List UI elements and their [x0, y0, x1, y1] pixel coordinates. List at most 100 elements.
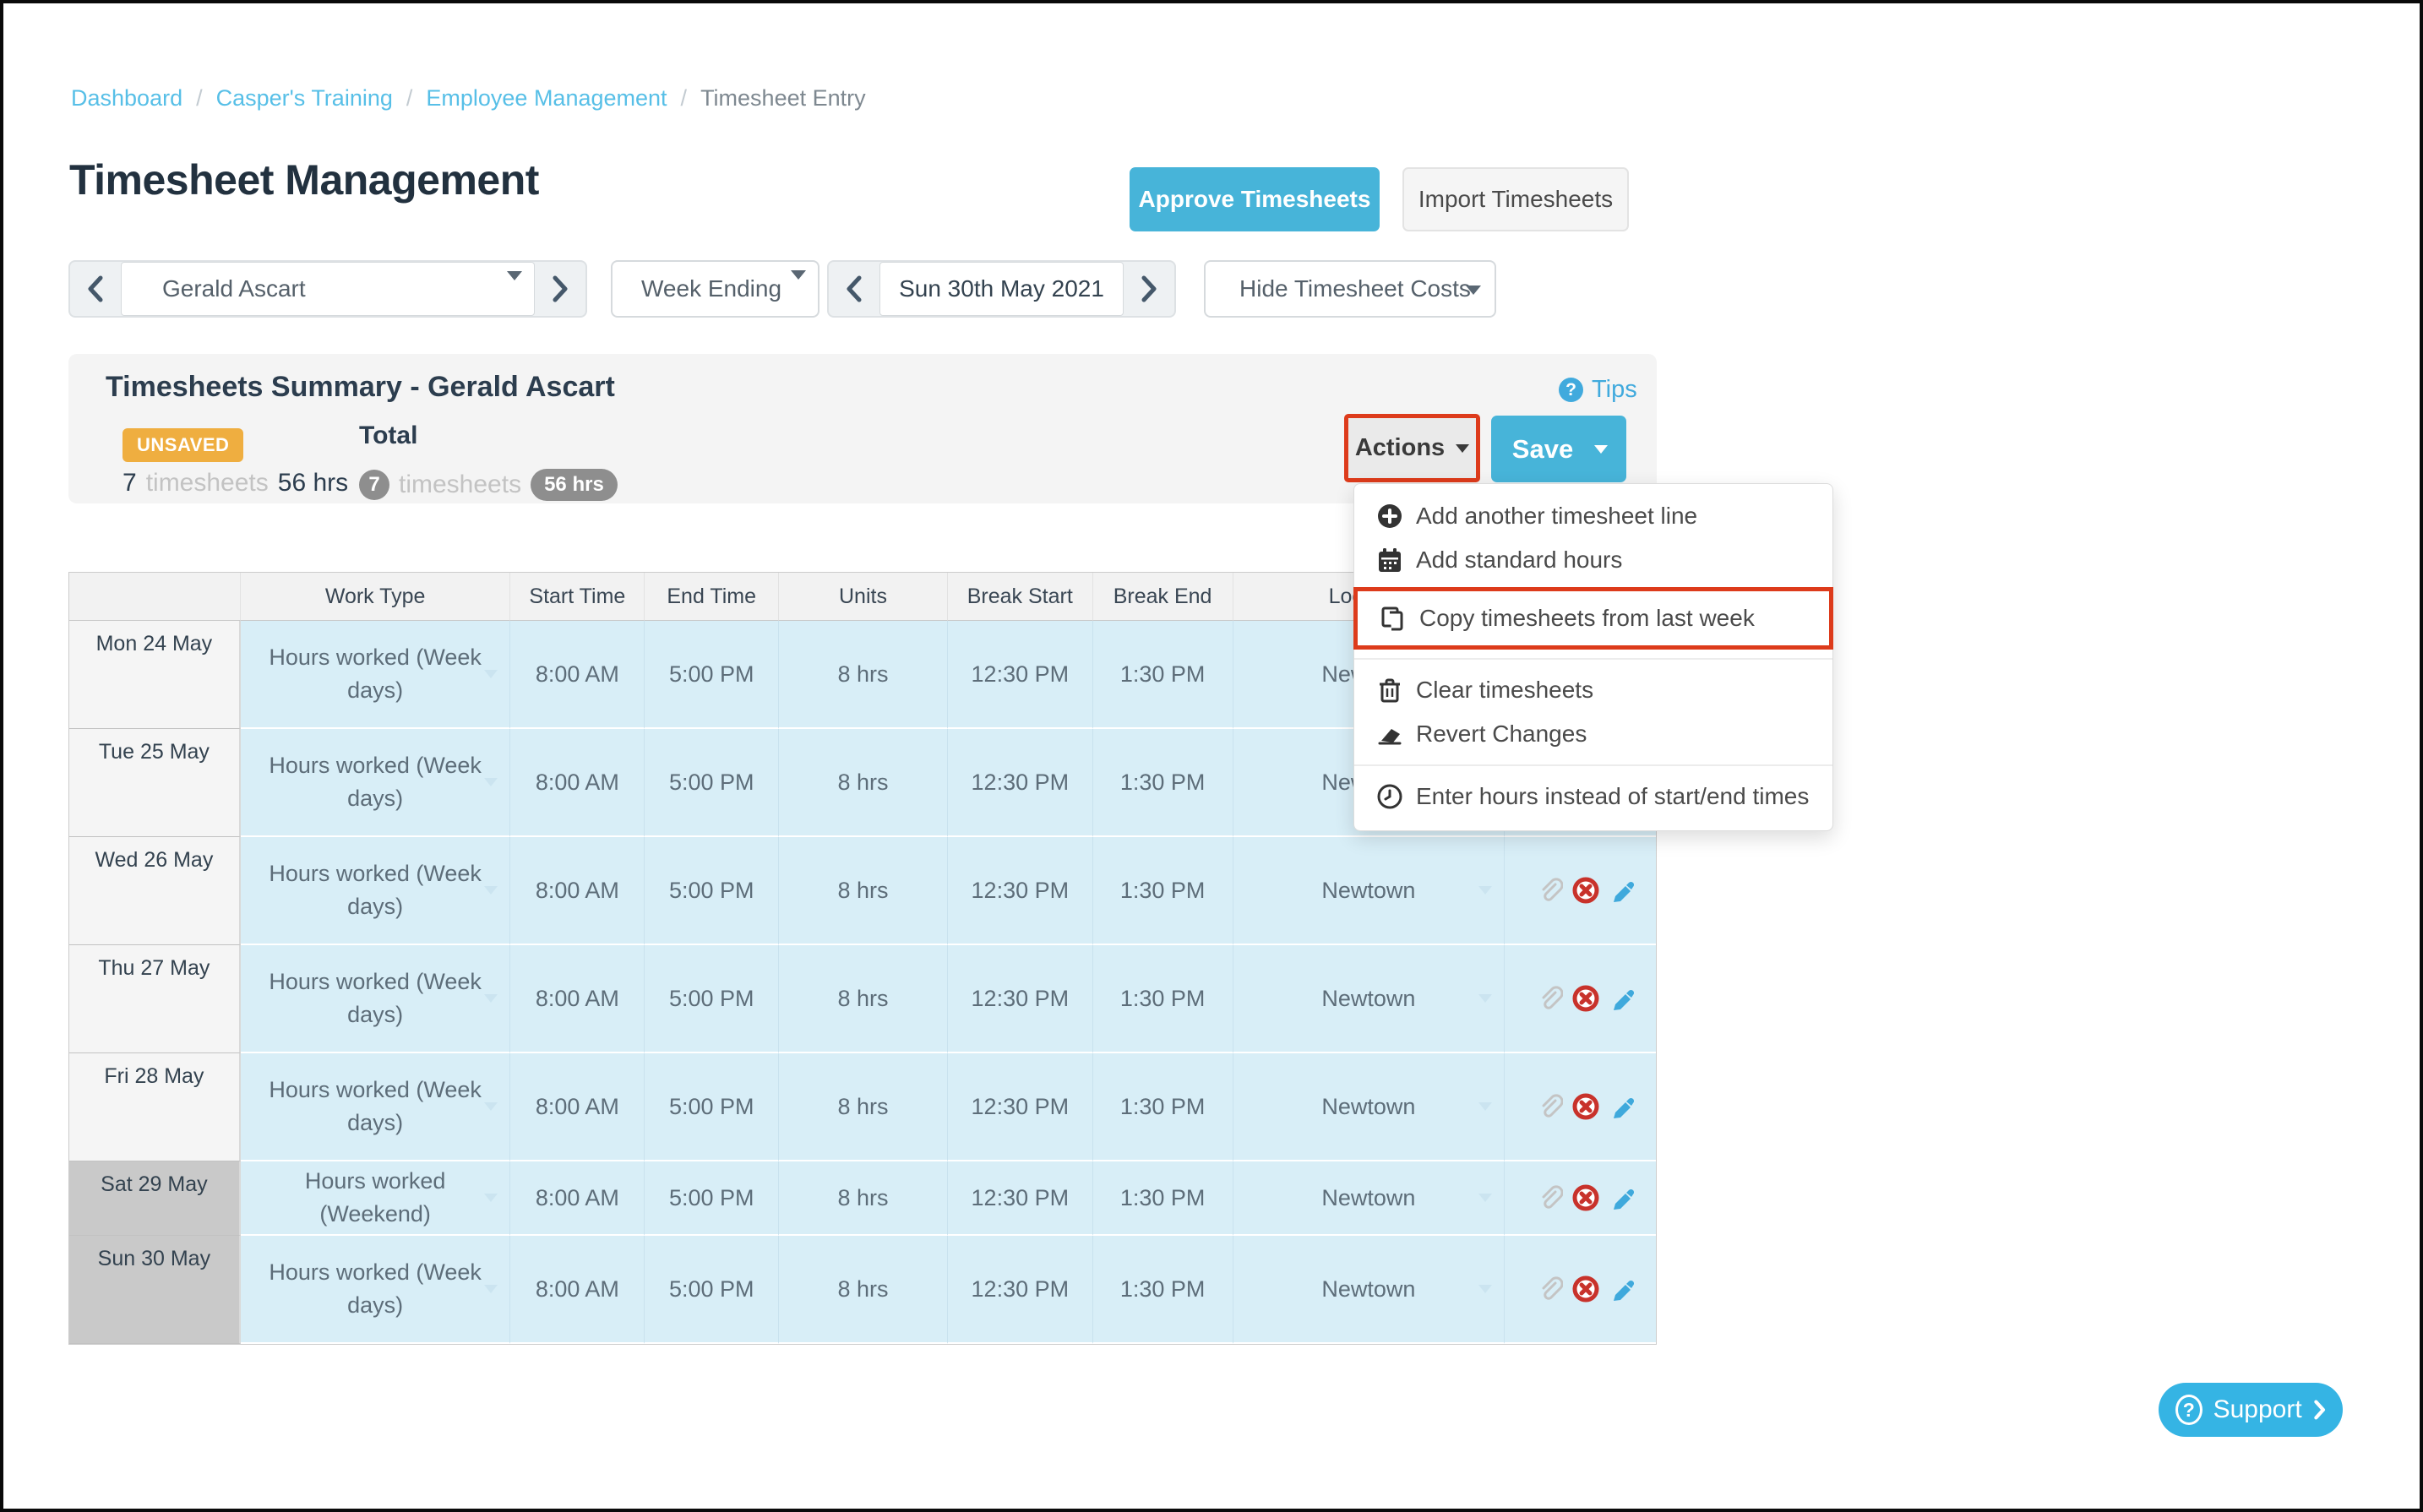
edit-icon[interactable] — [1609, 1185, 1634, 1210]
work-type-cell[interactable]: Hours worked (Weekend) — [241, 1161, 511, 1236]
paperclip-icon[interactable] — [1538, 878, 1563, 903]
start-time-cell[interactable]: 8:00 AM — [510, 1236, 645, 1344]
units-cell[interactable]: 8 hrs — [779, 729, 948, 837]
actions-dropdown-menu: Add another timesheet line Add standard … — [1353, 483, 1833, 831]
break-start-cell[interactable]: 12:30 PM — [948, 1236, 1093, 1344]
next-employee-button[interactable] — [535, 262, 585, 316]
header-break-start: Break Start — [948, 573, 1093, 621]
paperclip-icon[interactable] — [1538, 1094, 1563, 1119]
break-end-cell[interactable]: 1:30 PM — [1093, 837, 1233, 945]
date-selector-group: Sun 30th May 2021 — [827, 260, 1176, 318]
work-type-cell[interactable]: Hours worked (Week days) — [241, 1053, 511, 1161]
edit-icon[interactable] — [1609, 878, 1634, 903]
start-time-cell[interactable]: 8:00 AM — [510, 621, 645, 729]
break-start-cell[interactable]: 12:30 PM — [948, 729, 1093, 837]
end-time-cell[interactable]: 5:00 PM — [645, 837, 779, 945]
menu-item-add-standard-hours[interactable]: Add standard hours — [1354, 538, 1832, 582]
break-end-cell[interactable]: 1:30 PM — [1093, 621, 1233, 729]
work-type-cell[interactable]: Hours worked (Week days) — [241, 1236, 511, 1344]
menu-item-clear-timesheets[interactable]: Clear timesheets — [1354, 668, 1832, 712]
support-button[interactable]: ? Support — [2159, 1383, 2343, 1437]
break-start-cell[interactable]: 12:30 PM — [948, 945, 1093, 1053]
breadcrumb-company[interactable]: Casper's Training — [216, 85, 393, 111]
units-cell[interactable]: 8 hrs — [779, 1236, 948, 1344]
start-time-cell[interactable]: 8:00 AM — [510, 729, 645, 837]
delete-icon[interactable] — [1572, 985, 1599, 1012]
date-select[interactable]: Sun 30th May 2021 — [879, 262, 1124, 316]
break-end-cell[interactable]: 1:30 PM — [1093, 729, 1233, 837]
paperclip-icon[interactable] — [1538, 1276, 1563, 1302]
delete-icon[interactable] — [1572, 877, 1599, 904]
work-type-value: Hours worked (Week days) — [266, 965, 485, 1031]
menu-item-revert-changes[interactable]: Revert Changes — [1354, 712, 1832, 756]
trash-icon — [1376, 677, 1403, 704]
units-cell[interactable]: 8 hrs — [779, 945, 948, 1053]
start-time-cell[interactable]: 8:00 AM — [510, 1053, 645, 1161]
end-time-cell[interactable]: 5:00 PM — [645, 729, 779, 837]
end-time-cell[interactable]: 5:00 PM — [645, 1161, 779, 1236]
break-end-cell[interactable]: 1:30 PM — [1093, 1161, 1233, 1236]
units-cell[interactable]: 8 hrs — [779, 837, 948, 945]
break-start-cell[interactable]: 12:30 PM — [948, 1161, 1093, 1236]
delete-icon[interactable] — [1572, 1275, 1599, 1303]
edit-icon[interactable] — [1609, 1276, 1634, 1302]
breadcrumb-dashboard[interactable]: Dashboard — [71, 85, 182, 111]
actions-button[interactable]: Actions — [1344, 414, 1480, 482]
next-week-button[interactable] — [1124, 262, 1174, 316]
location-cell[interactable]: Newtown — [1233, 945, 1506, 1053]
table-row: Thu 27 May Hours worked (Week days) 8:00… — [69, 945, 1656, 1053]
location-cell[interactable]: Newtown — [1233, 837, 1506, 945]
break-end-cell[interactable]: 1:30 PM — [1093, 945, 1233, 1053]
start-time-cell[interactable]: 8:00 AM — [510, 837, 645, 945]
week-ending-select[interactable]: Week Ending — [611, 260, 819, 318]
units-cell[interactable]: 8 hrs — [779, 1161, 948, 1236]
tips-link[interactable]: ? Tips — [1559, 376, 1637, 404]
location-cell[interactable]: Newtown — [1233, 1236, 1506, 1344]
edit-icon[interactable] — [1609, 1094, 1634, 1119]
chevron-down-icon[interactable] — [1594, 445, 1608, 454]
units-cell[interactable]: 8 hrs — [779, 1053, 948, 1161]
menu-item-enter-hours[interactable]: Enter hours instead of start/end times — [1354, 775, 1832, 819]
work-type-cell[interactable]: Hours worked (Week days) — [241, 945, 511, 1053]
break-end-cell[interactable]: 1:30 PM — [1093, 1053, 1233, 1161]
end-time-cell[interactable]: 5:00 PM — [645, 1053, 779, 1161]
employee-select[interactable]: Gerald Ascart — [121, 262, 535, 316]
break-start-cell[interactable]: 12:30 PM — [948, 621, 1093, 729]
chevron-down-icon — [1478, 1285, 1492, 1293]
chevron-right-icon — [551, 275, 569, 303]
import-timesheets-button[interactable]: Import Timesheets — [1402, 167, 1629, 231]
chevron-right-icon — [1140, 275, 1158, 303]
menu-item-add-timesheet-line[interactable]: Add another timesheet line — [1354, 494, 1832, 538]
work-type-cell[interactable]: Hours worked (Week days) — [241, 837, 511, 945]
save-button[interactable]: Save — [1491, 416, 1626, 482]
break-end-cell[interactable]: 1:30 PM — [1093, 1236, 1233, 1344]
menu-item-copy-timesheets[interactable]: Copy timesheets from last week — [1358, 596, 1829, 640]
chevron-down-icon — [1456, 444, 1469, 453]
edit-icon[interactable] — [1609, 986, 1634, 1011]
break-start-cell[interactable]: 12:30 PM — [948, 1053, 1093, 1161]
delete-icon[interactable] — [1572, 1093, 1599, 1120]
break-start-cell[interactable]: 12:30 PM — [948, 837, 1093, 945]
previous-employee-button[interactable] — [70, 262, 121, 316]
paperclip-icon[interactable] — [1538, 1185, 1563, 1210]
timesheet-costs-select[interactable]: Hide Timesheet Costs — [1204, 260, 1496, 318]
location-cell[interactable]: Newtown — [1233, 1161, 1506, 1236]
breadcrumb-employee-management[interactable]: Employee Management — [426, 85, 667, 111]
end-time-cell[interactable]: 5:00 PM — [645, 1236, 779, 1344]
paperclip-icon[interactable] — [1538, 986, 1563, 1011]
start-time-cell[interactable]: 8:00 AM — [510, 945, 645, 1053]
day-cell: Sat 29 May — [69, 1161, 241, 1236]
start-time-cell[interactable]: 8:00 AM — [510, 1161, 645, 1236]
table-row: Sun 30 May Hours worked (Week days) 8:00… — [69, 1236, 1656, 1344]
delete-icon[interactable] — [1572, 1184, 1599, 1211]
location-cell[interactable]: Newtown — [1233, 1053, 1506, 1161]
end-time-cell[interactable]: 5:00 PM — [645, 621, 779, 729]
total-count-badge: 7 — [359, 470, 389, 500]
previous-week-button[interactable] — [829, 262, 879, 316]
work-type-cell[interactable]: Hours worked (Week days) — [241, 729, 511, 837]
work-type-cell[interactable]: Hours worked (Week days) — [241, 621, 511, 729]
units-cell[interactable]: 8 hrs — [779, 621, 948, 729]
approve-timesheets-button[interactable]: Approve Timesheets — [1130, 167, 1380, 231]
end-time-cell[interactable]: 5:00 PM — [645, 945, 779, 1053]
calendar-icon — [1376, 547, 1403, 574]
